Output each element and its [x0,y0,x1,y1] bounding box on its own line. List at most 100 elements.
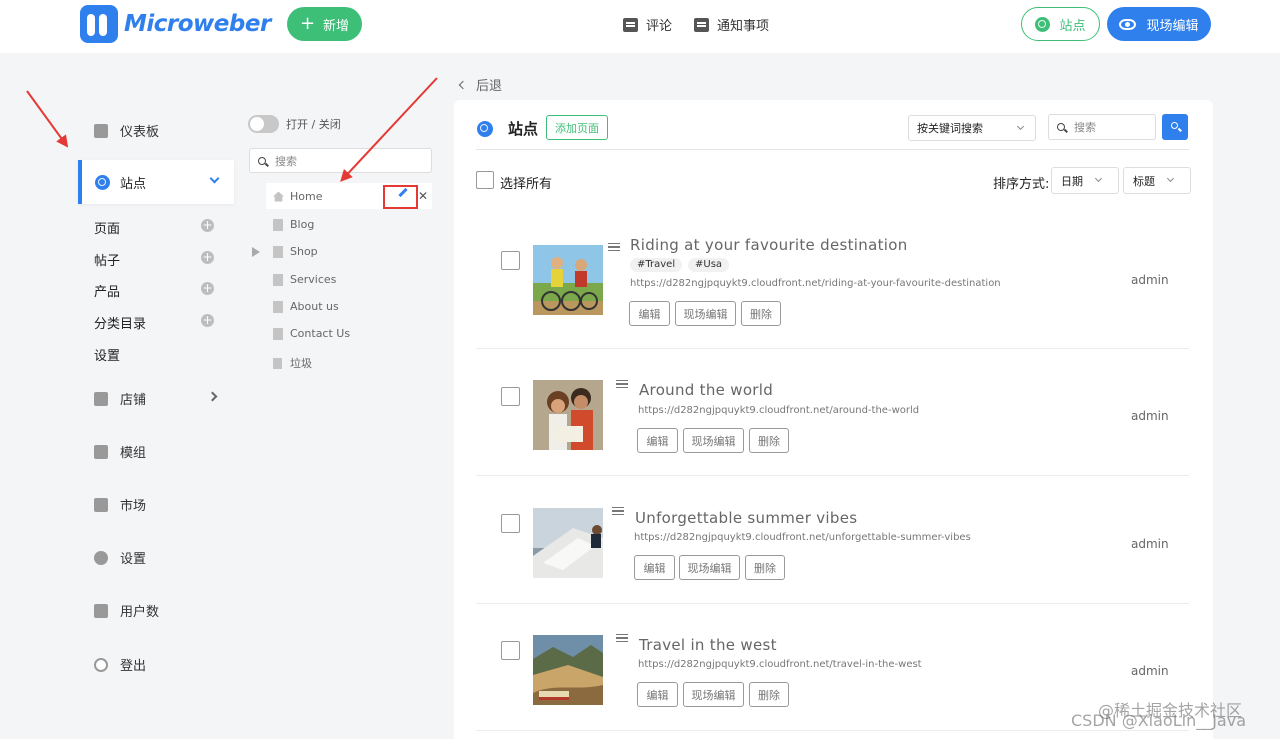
back-link[interactable]: 后退 [458,75,502,94]
row-divider [476,475,1189,476]
post-title[interactable]: Unforgettable summer vibes [635,509,857,527]
post-title[interactable]: Riding at your favourite destination [630,236,908,254]
post-author: admin [1131,273,1169,287]
edit-button[interactable]: 编辑 [629,301,670,326]
post-checkbox[interactable] [501,514,520,533]
live-edit-button[interactable]: 现场编辑 [679,555,740,580]
sidebar-sub-pages[interactable]: 页面 [94,218,120,237]
add-category-plus-icon[interactable]: + [201,314,214,327]
chevron-right-icon [207,391,218,402]
tree-item-home[interactable]: Home [273,190,322,203]
delete-button[interactable]: 删除 [749,428,789,453]
tree-item-label: About us [290,300,339,313]
post-checkbox[interactable] [501,641,520,660]
users-icon [94,603,108,618]
sidebar-item-label: 店铺 [120,393,147,408]
search-placeholder: 搜索 [1074,121,1096,134]
sidebar-item-label: 用户数 [120,605,160,620]
live-edit-button[interactable]: 现场编辑 [683,682,744,707]
keyword-select-value: 按关键词搜索 [917,122,983,135]
keyword-search-select[interactable]: 按关键词搜索 [908,115,1036,141]
live-edit-button[interactable]: 现场编辑 [675,301,736,326]
search-button[interactable] [1162,114,1188,140]
post-author: admin [1131,664,1169,678]
tree-search-placeholder: 搜索 [275,154,297,168]
post-title[interactable]: Travel in the west [639,636,777,654]
post-url: https://d282ngjpquykt9.cloudfront.net/ar… [638,405,920,416]
post-tag[interactable]: #Usa [688,258,730,272]
tree-item-about[interactable]: About us [273,300,339,313]
post-type-icon [612,507,624,515]
tree-item-label: Home [290,190,323,203]
eye-icon [1119,18,1137,30]
view-site-button[interactable]: 站点 [1021,7,1100,41]
edit-button[interactable]: 编辑 [637,682,678,707]
sidebar-item-shop[interactable]: 店铺 [94,389,146,408]
post-title[interactable]: Around the world [639,381,773,399]
row-divider [476,348,1189,349]
live-edit-button[interactable]: 现场编辑 [1107,7,1211,41]
page-icon [273,327,283,340]
select-all-checkbox[interactable] [476,171,494,189]
edit-button[interactable]: 编辑 [634,555,675,580]
sidebar-sub-settings[interactable]: 设置 [94,345,120,364]
add-post-plus-icon[interactable]: + [201,251,214,264]
page-icon [273,300,283,313]
sidebar-sub-categories[interactable]: 分类目录 [94,313,146,332]
post-thumbnail[interactable] [533,245,603,315]
sidebar-item-users[interactable]: 用户数 [94,601,159,620]
tree-item-trash[interactable]: 垃圾 [273,355,312,371]
post-thumbnail[interactable] [533,635,603,705]
page-title-text: 站点 [508,120,539,138]
globe-icon [477,120,493,137]
post-thumbnail[interactable] [533,508,603,578]
sort-by-date-button[interactable]: 日期 [1051,167,1119,194]
nav-comments[interactable]: 评论 [623,15,672,34]
nav-notifications[interactable]: 通知事项 [694,15,769,34]
post-thumbnail[interactable] [533,380,603,450]
sidebar-sub-products[interactable]: 产品 [94,281,120,300]
post-checkbox[interactable] [501,387,520,406]
microweber-logo[interactable]: Microweber [80,5,271,43]
tree-toggle-switch[interactable] [248,115,279,133]
live-edit-button[interactable]: 现场编辑 [683,428,744,453]
row-divider [476,603,1189,604]
sidebar-item-logout[interactable]: 登出 [94,655,146,674]
sidebar-item-marketplace[interactable]: 市场 [94,495,146,514]
delete-button[interactable]: 删除 [741,301,781,326]
tree-item-blog[interactable]: Blog [273,218,314,231]
delete-button[interactable]: 删除 [745,555,785,580]
sidebar-item-dashboard[interactable]: 仪表板 [94,121,159,140]
sidebar-item-label: 登出 [120,659,147,674]
sidebar-item-settings[interactable]: 设置 [94,548,146,567]
search-input[interactable]: 搜索 [1048,114,1156,140]
chevron-down-icon [1166,174,1175,183]
page-icon [273,273,283,286]
trash-icon [273,357,282,369]
sidebar-item-modules[interactable]: 模组 [94,442,146,461]
add-product-plus-icon[interactable]: + [201,282,214,295]
tree-search-input[interactable]: 搜索 [249,148,432,173]
watermark-text: CSDN @XiaoLin__Java [1071,711,1246,730]
tree-item-contact[interactable]: Contact Us [273,327,350,340]
sort-label: 排序方式: [993,177,1050,192]
tree-item-services[interactable]: Services [273,273,336,286]
edit-button[interactable]: 编辑 [637,428,678,453]
tree-item-label: 垃圾 [290,357,312,370]
add-page-plus-icon[interactable]: + [201,219,214,232]
close-icon[interactable]: ✕ [418,189,428,203]
logout-icon [94,657,108,672]
sidebar-item-website[interactable]: 站点 [78,160,234,204]
view-site-label: 站点 [1059,18,1086,34]
post-checkbox[interactable] [501,251,520,270]
add-new-button[interactable]: + 新增 [287,7,362,41]
sidebar-item-label: 市场 [120,499,147,514]
post-tag[interactable]: #Travel [630,258,683,272]
add-page-button[interactable]: 添加页面 [546,115,608,140]
delete-button[interactable]: 删除 [749,682,789,707]
expand-caret-icon[interactable] [252,247,260,257]
nav-comments-label: 评论 [646,19,673,34]
sidebar-sub-posts[interactable]: 帖子 [94,250,120,269]
tree-item-shop[interactable]: Shop [273,245,318,258]
sort-by-title-button[interactable]: 标题 [1123,167,1191,194]
